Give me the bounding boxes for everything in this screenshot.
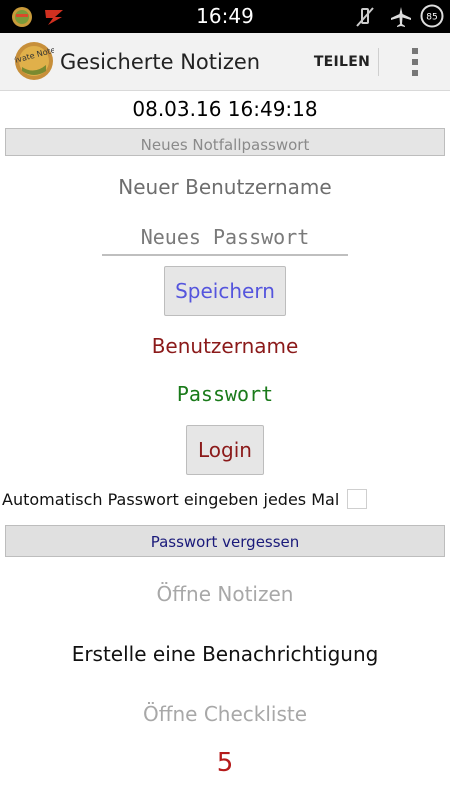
- open-checklist-button[interactable]: Öffne Checkliste: [0, 701, 450, 727]
- app-screen: 16:49 85 Private Notes Gesicherte Notize…: [0, 0, 450, 800]
- overflow-dot: [412, 59, 418, 65]
- auto-password-label: Automatisch Passwort eingeben jedes Mal: [2, 490, 340, 509]
- app-title: Gesicherte Notizen: [60, 50, 261, 74]
- create-notification-button[interactable]: Erstelle eine Benachrichtigung: [0, 641, 450, 667]
- app-logo-icon: Private Notes: [14, 42, 54, 80]
- username-field[interactable]: Benutzername: [0, 333, 450, 359]
- auto-password-checkbox[interactable]: [347, 489, 367, 509]
- open-notes-button[interactable]: Öffne Notizen: [0, 581, 450, 607]
- current-datetime: 08.03.16 16:49:18: [132, 97, 318, 121]
- new-password-input[interactable]: [102, 220, 348, 256]
- overflow-menu-icon[interactable]: [398, 44, 432, 80]
- battery-icon: 85: [420, 4, 444, 28]
- action-bar: Private Notes Gesicherte Notizen TEILEN: [0, 33, 450, 91]
- mute-icon: [356, 7, 374, 27]
- overflow-dot: [412, 48, 418, 54]
- airplane-mode-icon: [391, 7, 411, 27]
- password-field[interactable]: Passwort: [0, 381, 450, 407]
- status-time: 16:49: [196, 4, 254, 28]
- status-bar: 16:49 85: [0, 0, 450, 33]
- forgot-password-button[interactable]: Passwort vergessen: [5, 525, 445, 557]
- action-bar-divider: [378, 48, 379, 76]
- share-button[interactable]: TEILEN: [306, 42, 378, 82]
- emergency-password-button[interactable]: Neues Notfallpasswort: [5, 128, 445, 156]
- login-button[interactable]: Login: [186, 425, 264, 475]
- save-button[interactable]: Speichern: [164, 266, 286, 316]
- new-username-field[interactable]: Neuer Benutzername: [0, 174, 450, 200]
- battery-level: 85: [426, 13, 437, 23]
- overflow-dot: [412, 70, 418, 76]
- counter-value: 5: [216, 748, 234, 778]
